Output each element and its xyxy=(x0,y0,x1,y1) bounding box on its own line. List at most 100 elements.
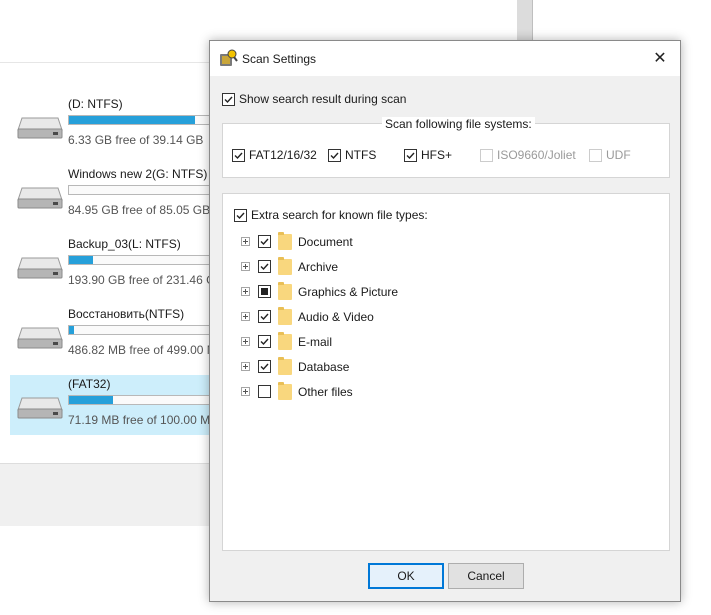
drive-free-space: 71.19 MB free of 100.00 MB xyxy=(68,413,219,427)
drive-free-space: 486.82 MB free of 499.00 MB xyxy=(68,343,225,357)
drive-item-restore[interactable]: Восстановить(NTFS) 486.82 MB free of 499… xyxy=(10,305,240,365)
expand-icon[interactable] xyxy=(241,362,250,371)
drive-usage-bar xyxy=(68,255,220,265)
drive-usage-fill xyxy=(69,396,113,404)
drive-usage-bar xyxy=(68,395,220,405)
close-button[interactable]: ✕ xyxy=(640,41,680,76)
database-checkbox[interactable] xyxy=(258,360,271,373)
audio-video-checkbox[interactable] xyxy=(258,310,271,323)
iso9660-label: ISO9660/Joliet xyxy=(497,148,576,162)
fat-checkbox[interactable] xyxy=(232,149,245,162)
drive-item-fat32[interactable]: (FAT32) 71.19 MB free of 100.00 MB xyxy=(10,375,240,435)
hard-drive-icon xyxy=(17,117,63,139)
checkmark-icon xyxy=(234,152,243,160)
extra-search-label: Extra search for known file types: xyxy=(251,208,428,222)
drive-usage-bar xyxy=(68,115,220,125)
drive-name: Восстановить(NTFS) xyxy=(68,307,185,321)
graphics-checkbox[interactable] xyxy=(258,285,271,298)
graphics-label: Graphics & Picture xyxy=(298,285,399,299)
ntfs-checkbox[interactable] xyxy=(328,149,341,162)
window-border xyxy=(532,0,533,40)
ok-button[interactable]: OK xyxy=(368,563,444,589)
folder-icon xyxy=(278,357,292,375)
other-files-checkbox[interactable] xyxy=(258,385,271,398)
hard-drive-icon xyxy=(17,257,63,279)
drive-item-d[interactable]: (D: NTFS) 6.33 GB free of 39.14 GB xyxy=(10,95,240,155)
scan-settings-dialog: Scan Settings ✕ Show search result durin… xyxy=(209,40,681,602)
email-label: E-mail xyxy=(298,335,333,349)
hfs-label: HFS+ xyxy=(421,148,453,162)
audio-video-label: Audio & Video xyxy=(298,310,374,324)
drive-usage-bar xyxy=(68,325,220,335)
extra-search-checkbox[interactable] xyxy=(234,209,247,222)
checkmark-icon xyxy=(260,263,269,271)
ntfs-label: NTFS xyxy=(345,148,377,162)
document-label: Document xyxy=(298,235,353,249)
iso9660-checkbox[interactable] xyxy=(480,149,493,162)
expand-icon[interactable] xyxy=(241,312,250,321)
drive-usage-bar xyxy=(68,185,220,195)
checkmark-icon xyxy=(236,212,245,220)
tree-item-audio-video[interactable]: Audio & Video xyxy=(223,306,663,328)
archive-checkbox[interactable] xyxy=(258,260,271,273)
extra-search-group: Extra search for known file types: Docum… xyxy=(222,193,670,551)
tree-item-document[interactable]: Document xyxy=(223,231,663,253)
folder-icon xyxy=(278,382,292,400)
email-checkbox[interactable] xyxy=(258,335,271,348)
folder-icon xyxy=(278,257,292,275)
expand-icon[interactable] xyxy=(241,337,250,346)
drive-item-g[interactable]: Windows new 2(G: NTFS) 84.95 GB free of … xyxy=(10,165,240,225)
fat-label: FAT12/16/32 xyxy=(249,148,317,162)
drive-usage-fill xyxy=(69,326,74,334)
hard-drive-icon xyxy=(17,397,63,419)
tree-item-graphics[interactable]: Graphics & Picture xyxy=(223,281,663,303)
tree-item-database[interactable]: Database xyxy=(223,356,663,378)
hard-drive-icon xyxy=(17,187,63,209)
dialog-title: Scan Settings xyxy=(242,52,317,66)
document-checkbox[interactable] xyxy=(258,235,271,248)
checkmark-icon xyxy=(260,238,269,246)
tree-item-other-files[interactable]: Other files xyxy=(223,381,663,403)
background-scrollbar[interactable] xyxy=(517,0,533,40)
drive-free-space: 6.33 GB free of 39.14 GB xyxy=(68,133,204,147)
drive-free-space: 84.95 GB free of 85.05 GB xyxy=(68,203,211,217)
file-systems-group-title: Scan following file systems: xyxy=(382,117,535,131)
checkmark-icon xyxy=(260,313,269,321)
folder-icon xyxy=(278,332,292,350)
other-files-label: Other files xyxy=(298,385,353,399)
drive-usage-fill xyxy=(69,256,93,264)
drive-name: (FAT32) xyxy=(68,377,111,391)
folder-icon xyxy=(278,232,292,250)
udf-checkbox[interactable] xyxy=(589,149,602,162)
checkmark-icon xyxy=(260,338,269,346)
udf-label: UDF xyxy=(606,148,631,162)
close-icon: ✕ xyxy=(653,50,667,67)
app-logo-icon xyxy=(220,49,238,66)
checkmark-icon xyxy=(330,152,339,160)
expand-icon[interactable] xyxy=(241,287,250,296)
folder-icon xyxy=(278,307,292,325)
expand-icon[interactable] xyxy=(241,237,250,246)
show-search-result-label: Show search result during scan xyxy=(239,92,407,106)
drive-usage-fill xyxy=(69,116,195,124)
drive-free-space: 193.90 GB free of 231.46 GB xyxy=(68,273,224,287)
drive-name: (D: NTFS) xyxy=(68,97,123,111)
drive-name: Backup_03(L: NTFS) xyxy=(68,237,181,251)
drive-name: Windows new 2(G: NTFS) xyxy=(68,167,208,181)
dialog-title-bar[interactable]: Scan Settings ✕ xyxy=(210,41,680,76)
expand-icon[interactable] xyxy=(241,262,250,271)
tree-item-archive[interactable]: Archive xyxy=(223,256,663,278)
file-types-tree: Document Archive Graphics & Picture Audi… xyxy=(223,231,669,411)
show-search-result-checkbox[interactable] xyxy=(222,93,235,106)
cancel-button[interactable]: Cancel xyxy=(448,563,524,589)
tree-item-email[interactable]: E-mail xyxy=(223,331,663,353)
partial-check-icon xyxy=(261,288,268,295)
database-label: Database xyxy=(298,360,350,374)
hard-drive-icon xyxy=(17,327,63,349)
archive-label: Archive xyxy=(298,260,339,274)
drive-item-l[interactable]: Backup_03(L: NTFS) 193.90 GB free of 231… xyxy=(10,235,240,295)
hfs-checkbox[interactable] xyxy=(404,149,417,162)
expand-icon[interactable] xyxy=(241,387,250,396)
checkmark-icon xyxy=(406,152,415,160)
folder-icon xyxy=(278,282,292,300)
